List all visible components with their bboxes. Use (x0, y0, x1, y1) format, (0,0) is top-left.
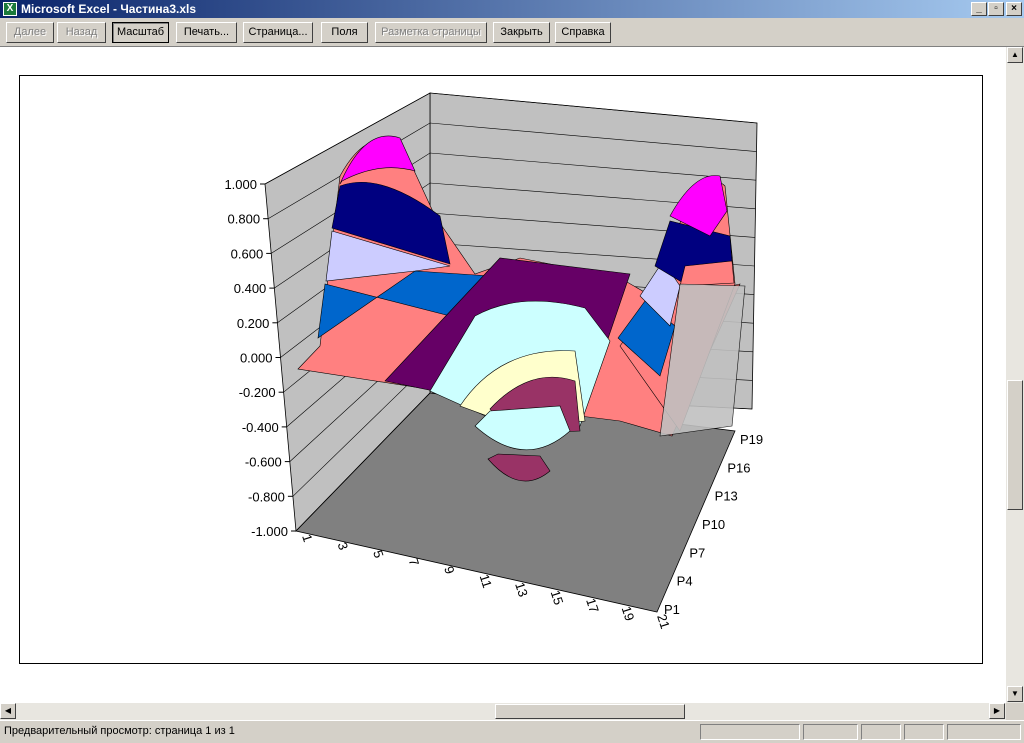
series-tick-label: P19 (740, 432, 763, 447)
preview-workspace: 1.000 0.800 0.600 0.400 0.200 0.000 -0.200 -0.4… (0, 47, 1006, 703)
x-tick-label: 7 (406, 556, 423, 568)
previous-button[interactable]: Назад (57, 22, 106, 43)
series-tick-label: P7 (689, 545, 705, 560)
scroll-down-arrow-icon[interactable]: ▼ (1007, 686, 1023, 702)
scroll-left-arrow-icon[interactable]: ◀ (0, 703, 16, 719)
x-tick-label: 17 (583, 596, 602, 614)
preview-toolbar: Далее Назад Масштаб Печать... Страница..… (0, 18, 1024, 47)
title-bar: X Microsoft Excel - Частина3.xls _ ▫ × (0, 0, 1024, 18)
z-tick-label: -0.600 (245, 455, 282, 470)
status-panel (904, 724, 944, 740)
series-tick-label: P1 (664, 602, 680, 617)
z-tick-label: 0.800 (228, 212, 261, 227)
horizontal-scroll-thumb[interactable] (495, 704, 685, 719)
status-panel (700, 724, 800, 740)
surface-chart: 1.000 0.800 0.600 0.400 0.200 0.000 -0.200 -0.4… (224, 92, 763, 631)
status-panel (947, 724, 1021, 740)
scroll-right-arrow-icon[interactable]: ▶ (989, 703, 1005, 719)
vertical-scroll-thumb[interactable] (1007, 380, 1023, 510)
maximize-button[interactable]: ▫ (988, 2, 1004, 16)
help-button[interactable]: Справка (555, 22, 611, 43)
close-button[interactable]: × (1006, 2, 1022, 16)
horizontal-scrollbar[interactable]: ◀ ▶ (0, 703, 1006, 720)
series-tick-label: P10 (702, 517, 725, 532)
series-tick-label: P13 (715, 489, 738, 504)
status-text: Предварительный просмотр: страница 1 из … (4, 725, 235, 737)
scrollbar-corner (1006, 703, 1024, 720)
page-setup-button[interactable]: Страница... (243, 22, 313, 43)
print-button[interactable]: Печать... (176, 22, 237, 43)
x-tick-label: 3 (335, 540, 352, 552)
scroll-up-arrow-icon[interactable]: ▲ (1007, 47, 1023, 63)
next-button[interactable]: Далее (6, 22, 54, 43)
z-tick-label: -0.800 (248, 489, 285, 504)
window-title: Microsoft Excel - Частина3.xls (21, 2, 197, 16)
vertical-scrollbar[interactable]: ▲ ▼ (1006, 47, 1024, 703)
z-tick-label: -0.400 (242, 420, 279, 435)
close-preview-button[interactable]: Закрыть (493, 22, 550, 43)
x-tick-label: 11 (477, 572, 495, 589)
x-tick-label: 19 (619, 604, 638, 622)
z-tick-label: 1.000 (224, 177, 257, 192)
series-tick-label: P16 (727, 460, 750, 475)
z-tick-label: -1.000 (251, 524, 288, 539)
page-break-preview-button[interactable]: Разметка страницы (375, 22, 487, 43)
status-panel (861, 724, 901, 740)
x-tick-label: 5 (370, 548, 387, 560)
zoom-button[interactable]: Масштаб (112, 22, 169, 43)
z-tick-label: 0.000 (240, 351, 273, 366)
margins-button[interactable]: Поля (321, 22, 368, 43)
x-tick-label: 15 (548, 588, 567, 606)
z-tick-label: -0.200 (239, 385, 276, 400)
x-tick-label: 1 (299, 532, 316, 544)
preview-page[interactable]: 1.000 0.800 0.600 0.400 0.200 0.000 -0.200 -0.4… (19, 75, 983, 664)
z-tick-label: 0.200 (237, 316, 270, 331)
minimize-button[interactable]: _ (971, 2, 987, 16)
status-panel (803, 724, 858, 740)
z-tick-label: 0.600 (231, 246, 264, 261)
status-bar: Предварительный просмотр: страница 1 из … (0, 720, 1024, 743)
z-tick-label: 0.400 (234, 281, 267, 296)
x-tick-label: 9 (441, 564, 458, 576)
x-tick-label: 13 (512, 580, 531, 598)
series-tick-label: P4 (677, 574, 693, 589)
excel-icon[interactable]: X (3, 2, 17, 16)
